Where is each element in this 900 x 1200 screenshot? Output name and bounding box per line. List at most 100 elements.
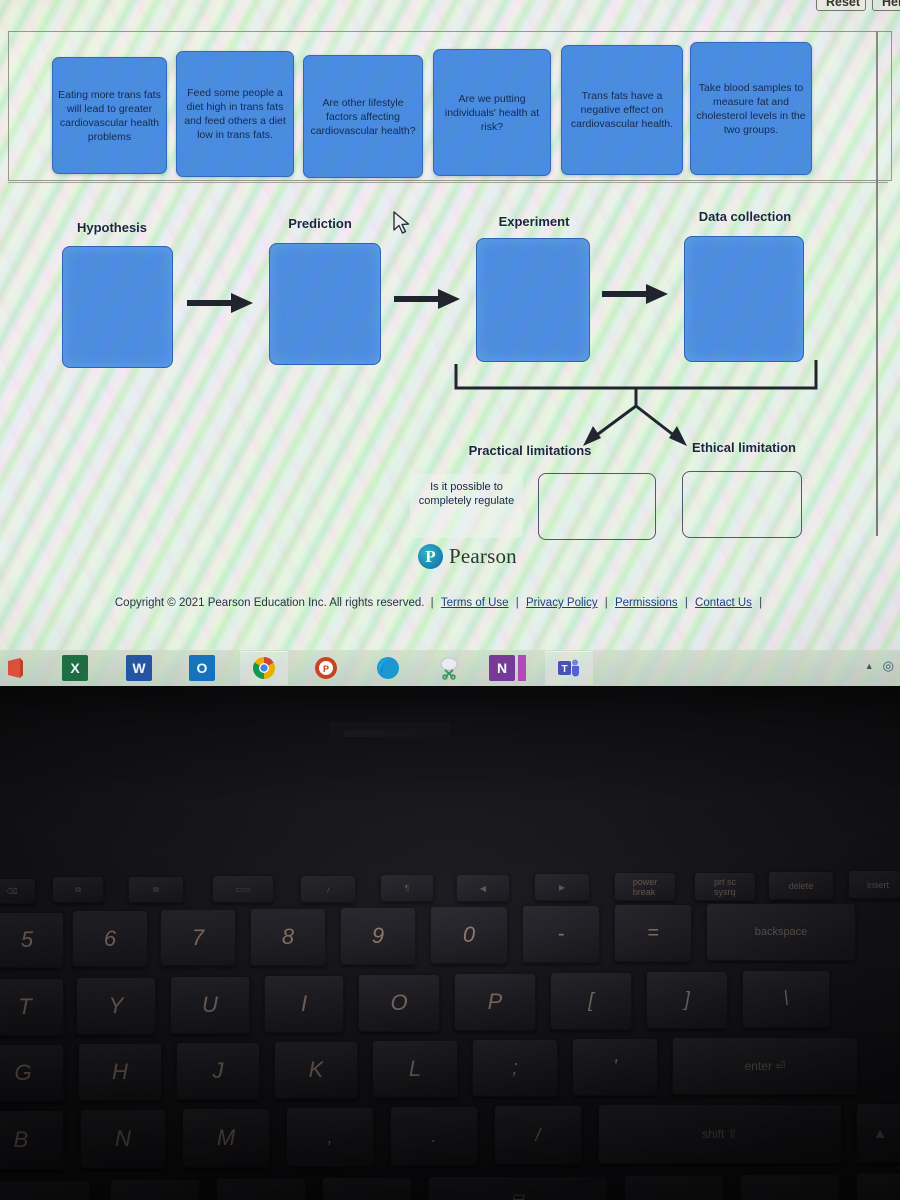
stage-label-prediction: Prediction [288, 216, 352, 231]
key-u[interactable]: U [170, 976, 250, 1034]
windows-taskbar: X W O P N T ▲ ◎ [0, 650, 900, 686]
keyboard: ⌫ ⧉ ⧉ ▭▭ ♪ ¶ ◀ ▶ power break prt sc sysrq … [0, 686, 900, 1200]
taskbar-system-tray: ▲ ◎ [865, 658, 894, 674]
key-fn-3[interactable]: ⧉ [128, 876, 184, 903]
key-t[interactable]: T [0, 978, 64, 1036]
key-0[interactable]: 0 [430, 906, 508, 964]
taskbar-powerpoint-icon[interactable]: P [313, 655, 339, 681]
key-p[interactable]: P [454, 973, 536, 1031]
footer-separator-5: | [759, 597, 763, 609]
taskbar-teams-icon[interactable]: T [556, 655, 582, 681]
key-backslash[interactable]: \ [742, 970, 830, 1028]
key-arrow-left[interactable] [740, 1174, 840, 1200]
key-alt-right[interactable] [624, 1175, 724, 1200]
drag-card-risk-question[interactable]: Are we putting individuals' health at ri… [433, 49, 551, 176]
key-fn-1[interactable]: ⌫ [0, 878, 36, 904]
key-ctrl-left[interactable] [0, 1180, 90, 1200]
taskbar-office-icon[interactable] [2, 655, 28, 681]
key-power-break[interactable]: power break [614, 872, 676, 901]
key-b[interactable]: B [0, 1110, 64, 1170]
key-y[interactable]: Y [76, 977, 156, 1035]
taskbar-snip-sketch-icon[interactable] [437, 655, 463, 681]
key-g[interactable]: G [0, 1044, 64, 1102]
drag-card-hypothesis[interactable]: Eating more trans fats will lead to grea… [52, 57, 167, 174]
key-equals[interactable]: = [614, 904, 692, 962]
hint-card-practical-limitation[interactable]: Is it possible to completely regulate [410, 474, 523, 538]
key-l[interactable]: L [372, 1040, 458, 1098]
mouse-cursor-icon [393, 211, 410, 234]
key-enter[interactable]: enter ⏎ [672, 1037, 858, 1095]
taskbar-onenote-icon[interactable]: N [489, 655, 515, 681]
key-period[interactable]: . [390, 1106, 478, 1166]
key-shift-right[interactable]: shift ⇧ [598, 1104, 842, 1164]
key-m[interactable]: M [182, 1108, 270, 1168]
key-delete[interactable]: delete [768, 871, 834, 900]
footer-separator-4: | [684, 597, 688, 609]
key-alt-left[interactable] [322, 1177, 412, 1200]
footer-separator-3: | [604, 597, 608, 609]
taskbar-excel-icon[interactable]: X [62, 655, 88, 681]
footer-link-contact-us[interactable]: Contact Us [695, 597, 752, 609]
branch-label-practical-limitations: Practical limitations [468, 443, 592, 458]
key-j[interactable]: J [176, 1042, 260, 1100]
key-arrow-down[interactable] [856, 1173, 900, 1200]
key-fn-5[interactable]: ♪ [300, 875, 356, 903]
draggable-card-tray: Eating more trans fats will lead to grea… [0, 0, 900, 690]
tray-status-icon[interactable]: ◎ [883, 658, 894, 674]
taskbar-onenote-tab-icon [518, 655, 526, 681]
key-h[interactable]: H [78, 1043, 162, 1101]
footer-separator-2: | [515, 597, 519, 609]
key-fn-6[interactable]: ¶ [380, 874, 434, 902]
pearson-logo: P Pearson [418, 544, 517, 569]
key-arrow-up[interactable]: ▲ [856, 1103, 900, 1163]
key-n[interactable]: N [80, 1109, 166, 1169]
taskbar-edge-icon[interactable] [375, 655, 401, 681]
taskbar-chrome-icon[interactable] [251, 655, 277, 681]
drag-card-experiment[interactable]: Feed some people a diet high in trans fa… [176, 51, 294, 177]
pearson-wordmark: Pearson [449, 544, 517, 568]
key-backspace[interactable]: backspace [706, 903, 856, 961]
footer-link-privacy-policy[interactable]: Privacy Policy [526, 597, 598, 609]
key-apostrophe[interactable]: ' [572, 1038, 658, 1096]
key-sysrq[interactable]: prt sc sysrq [694, 872, 756, 901]
footer-link-permissions[interactable]: Permissions [615, 597, 678, 609]
key-insert[interactable]: insert [848, 870, 900, 899]
footer: Copyright © 2021 Pearson Education Inc. … [0, 597, 880, 609]
branch-label-ethical-limitation: Ethical limitation [691, 440, 796, 455]
key-fn-left[interactable] [110, 1179, 200, 1200]
drag-card-prediction[interactable]: Trans fats have a negative effect on car… [561, 45, 683, 175]
key-o[interactable]: O [358, 974, 440, 1032]
key-fn-8[interactable]: ▶ [534, 873, 590, 901]
key-k[interactable]: K [274, 1041, 358, 1099]
key-fn-4[interactable]: ▭▭ [212, 875, 274, 903]
key-fn-2[interactable]: ⧉ [52, 876, 104, 903]
key-fn-7[interactable]: ◀ [456, 874, 510, 902]
taskbar-outlook-icon[interactable]: O [189, 655, 215, 681]
key-9[interactable]: 9 [340, 907, 416, 965]
laptop-body: ⌫ ⧉ ⧉ ▭▭ ♪ ¶ ◀ ▶ power break prt sc sysrq … [0, 686, 900, 1200]
tray-chevron-up-icon[interactable]: ▲ [865, 661, 874, 671]
svg-text:T: T [561, 664, 567, 675]
key-bracket-left[interactable]: [ [550, 972, 632, 1030]
key-comma[interactable]: , [286, 1107, 374, 1167]
stage-label-data-collection: Data collection [698, 209, 792, 224]
key-win[interactable] [216, 1178, 306, 1200]
drag-card-lifestyle-question[interactable]: Are other lifestyle factors affecting ca… [303, 55, 423, 178]
key-5[interactable]: 5 [0, 912, 64, 968]
key-space[interactable]: ▭ [428, 1176, 608, 1200]
key-bracket-right[interactable]: ] [646, 971, 728, 1029]
key-8[interactable]: 8 [250, 908, 326, 966]
stage-label-experiment: Experiment [498, 214, 570, 229]
footer-link-terms-of-use[interactable]: Terms of Use [441, 597, 509, 609]
key-semicolon[interactable]: ; [472, 1039, 558, 1097]
taskbar-word-icon[interactable]: W [126, 655, 152, 681]
key-7[interactable]: 7 [160, 909, 236, 966]
drag-card-data-collection[interactable]: Take blood samples to measure fat and ch… [690, 42, 812, 175]
photographed-screen: Reset Help Eating more trans fats will l… [0, 0, 900, 690]
stage-label-hypothesis: Hypothesis [76, 220, 148, 235]
key-6[interactable]: 6 [72, 910, 148, 967]
key-minus[interactable]: - [522, 905, 600, 963]
pearson-mark-icon: P [418, 544, 443, 569]
key-slash[interactable]: / [494, 1105, 582, 1165]
key-i[interactable]: I [264, 975, 344, 1033]
